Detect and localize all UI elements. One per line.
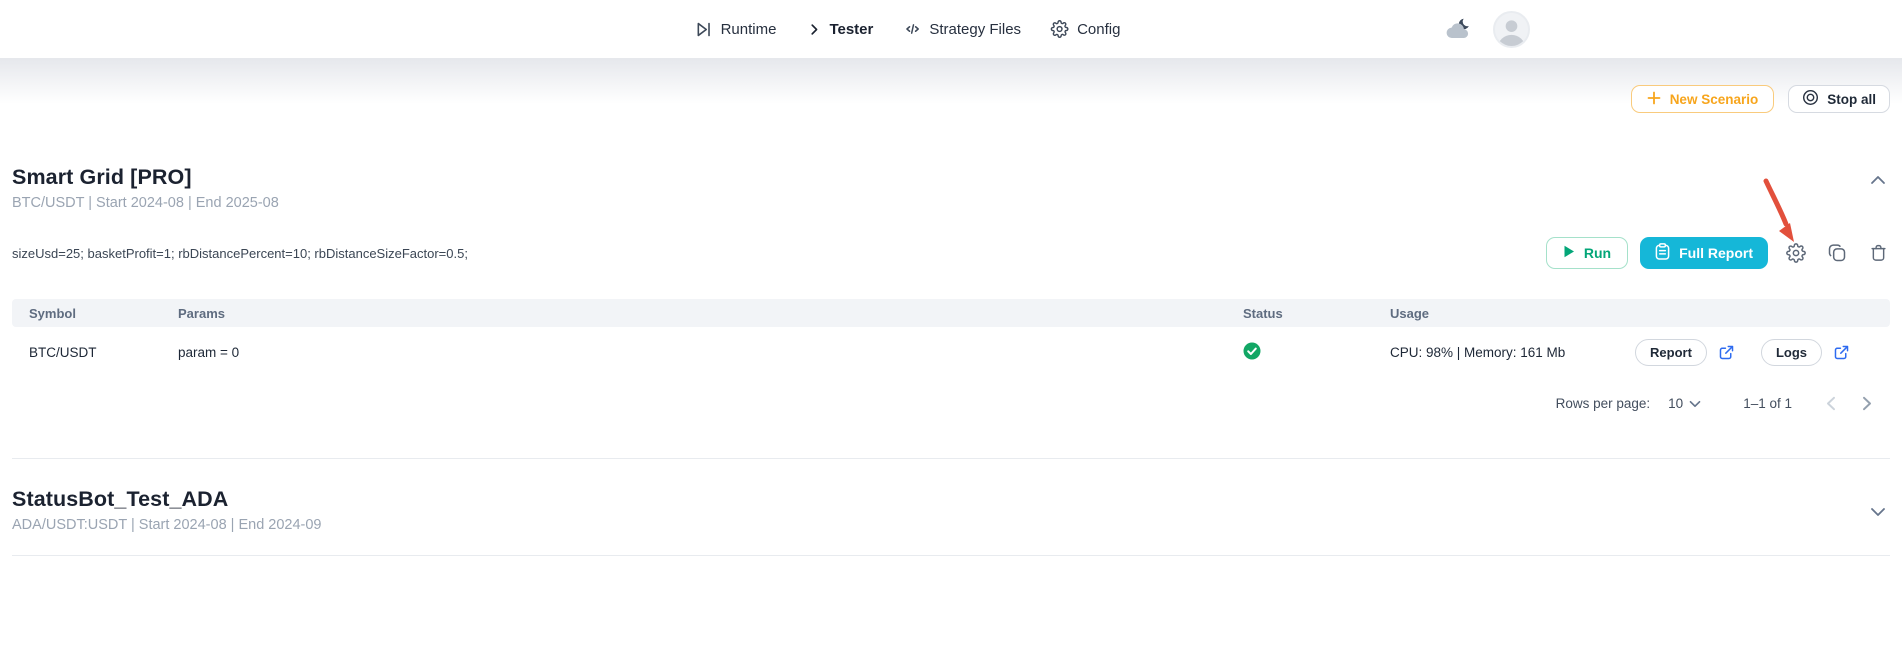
nav-label-runtime: Runtime (721, 21, 777, 38)
user-avatar[interactable] (1493, 11, 1530, 48)
nav-item-tester[interactable]: Tester (806, 21, 873, 38)
nav-item-runtime[interactable]: Runtime (694, 20, 777, 39)
scenario-title-block: Smart Grid [PRO] BTC/USDT | Start 2024-0… (12, 165, 279, 211)
tester-page: Runtime Tester Strategy Files Config (0, 0, 1902, 657)
topbar-right-group (1442, 0, 1530, 58)
runtime-play-icon (694, 20, 713, 39)
plus-icon (1647, 91, 1661, 108)
rows-per-page-select[interactable]: 10 (1668, 396, 1701, 411)
rows-per-page-label: Rows per page: (1556, 396, 1651, 411)
code-icon (903, 20, 921, 38)
new-scenario-label: New Scenario (1670, 92, 1759, 107)
scenario-params-row: sizeUsd=25; basketProfit=1; rbDistancePe… (12, 237, 1890, 269)
main-nav: Runtime Tester Strategy Files Config (694, 0, 1121, 58)
scenario-title-block: StatusBot_Test_ADA ADA/USDT:USDT | Start… (12, 487, 322, 533)
gear-icon (1051, 20, 1069, 38)
pagination-prev-icon[interactable] (1826, 396, 1836, 411)
scenario-card-smart-grid: Smart Grid [PRO] BTC/USDT | Start 2024-0… (12, 165, 1890, 414)
report-label: Report (1650, 345, 1692, 360)
report-button[interactable]: Report (1635, 339, 1707, 366)
run-button[interactable]: Run (1546, 237, 1628, 269)
chevron-up-icon (1870, 173, 1886, 188)
nav-item-strategy-files[interactable]: Strategy Files (903, 20, 1021, 38)
chevron-down-icon (1689, 396, 1701, 411)
table-header-row: Symbol Params Status Usage (12, 299, 1890, 327)
scenario-subtitle: BTC/USDT | Start 2024-08 | End 2025-08 (12, 195, 279, 211)
stop-all-button[interactable]: Stop all (1788, 85, 1890, 113)
full-report-button[interactable]: Full Report (1640, 237, 1768, 269)
table-row: BTC/USDT param = 0 CPU: 98% | Memory: 16… (12, 327, 1890, 377)
scenario-title: StatusBot_Test_ADA (12, 487, 322, 512)
full-report-label: Full Report (1679, 245, 1753, 261)
main-content: New Scenario Stop all Smart Grid [PRO] B… (0, 85, 1902, 556)
logs-label: Logs (1776, 345, 1807, 360)
row-actions: Report Logs (1635, 339, 1850, 366)
column-header-params: Params (178, 306, 1243, 321)
stop-all-label: Stop all (1827, 92, 1876, 107)
logs-button[interactable]: Logs (1761, 339, 1822, 366)
chevron-right-icon (806, 22, 821, 37)
scenario-card-statusbot: StatusBot_Test_ADA ADA/USDT:USDT | Start… (12, 458, 1890, 556)
pagination-next-icon[interactable] (1862, 396, 1872, 411)
cell-params: param = 0 (178, 345, 1243, 360)
settings-gear-icon[interactable] (1784, 241, 1808, 265)
column-header-usage: Usage (1390, 306, 1890, 321)
logs-external-link-icon[interactable] (1833, 344, 1850, 361)
cell-status (1243, 342, 1390, 363)
top-navigation-bar: Runtime Tester Strategy Files Config (0, 0, 1902, 58)
scenario-title: Smart Grid [PRO] (12, 165, 279, 190)
scenario-params-text: sizeUsd=25; basketProfit=1; rbDistancePe… (12, 246, 468, 261)
cell-usage: CPU: 98% | Memory: 161 Mb Report Logs (1390, 339, 1890, 366)
new-scenario-button[interactable]: New Scenario (1631, 85, 1775, 113)
expand-scenario-button[interactable] (1866, 501, 1890, 524)
duplicate-copy-icon[interactable] (1825, 241, 1849, 265)
collapse-scenario-button[interactable] (1866, 169, 1890, 192)
theme-toggle-night-icon[interactable] (1442, 15, 1476, 43)
column-header-status: Status (1243, 306, 1390, 321)
scenario-header: Smart Grid [PRO] BTC/USDT | Start 2024-0… (12, 165, 1890, 211)
report-external-link-icon[interactable] (1718, 344, 1735, 361)
nav-label-tester: Tester (829, 21, 873, 38)
nav-label-config: Config (1077, 21, 1120, 38)
stop-all-icon (1802, 89, 1819, 109)
pagination-range-label: 1–1 of 1 (1743, 396, 1792, 411)
nav-label-strategy-files: Strategy Files (929, 21, 1021, 38)
table-pagination: Rows per page: 10 1–1 of 1 (12, 392, 1890, 414)
nav-item-config[interactable]: Config (1051, 20, 1120, 38)
usage-text: CPU: 98% | Memory: 161 Mb (1390, 345, 1565, 360)
scenario-toolbar: New Scenario Stop all (12, 85, 1890, 113)
clipboard-icon (1655, 243, 1670, 263)
scenario-subtitle: ADA/USDT:USDT | Start 2024-08 | End 2024… (12, 517, 322, 533)
column-header-symbol: Symbol (12, 306, 178, 321)
play-icon (1563, 245, 1575, 261)
status-success-check-icon (1243, 348, 1261, 363)
delete-trash-icon[interactable] (1866, 241, 1890, 265)
rows-per-page-value: 10 (1668, 396, 1683, 411)
run-label: Run (1584, 245, 1611, 261)
chevron-down-icon (1870, 505, 1886, 520)
scenario-results-table: Symbol Params Status Usage BTC/USDT para… (12, 299, 1890, 377)
scenario-actions: Run Full Report (1546, 237, 1890, 269)
cell-symbol: BTC/USDT (12, 345, 178, 360)
